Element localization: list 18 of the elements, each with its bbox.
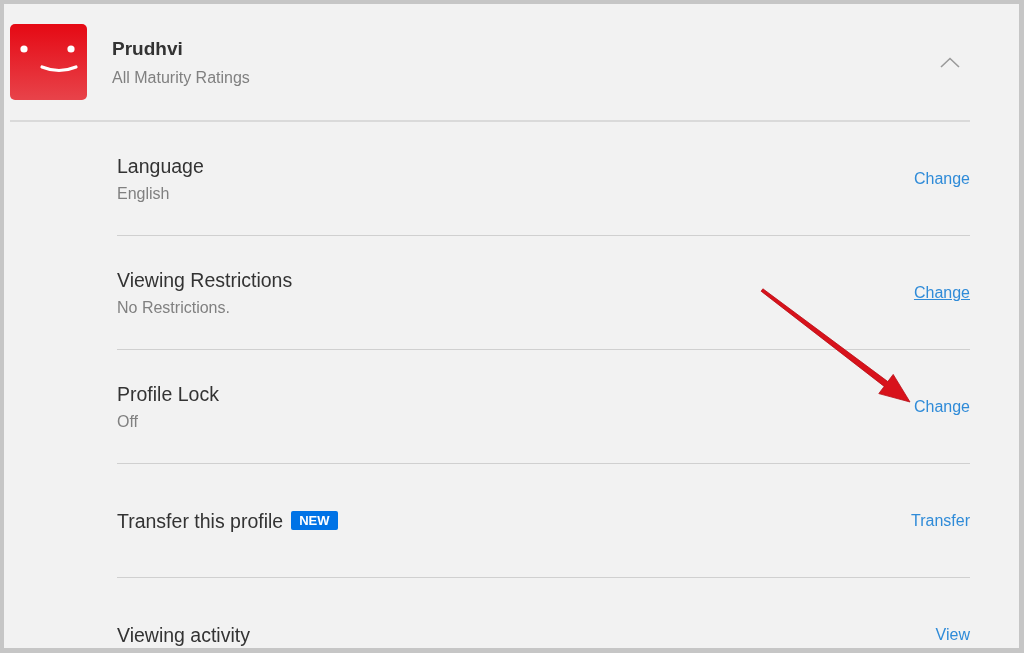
- setting-value: No Restrictions.: [117, 297, 231, 318]
- action-link[interactable]: View: [935, 624, 970, 645]
- setting-title: Profile Lock: [117, 381, 219, 406]
- avatar-icon: [10, 24, 87, 100]
- setting-value: English: [117, 183, 171, 204]
- setting-title: Transfer this profile: [117, 508, 284, 533]
- maturity-rating: All Maturity Ratings: [112, 68, 250, 88]
- setting-value: Off: [117, 411, 140, 432]
- setting-title: Viewing activity: [117, 622, 250, 647]
- setting-title: Viewing Restrictions: [117, 267, 293, 292]
- action-link[interactable]: Change: [913, 396, 970, 417]
- profile-name: Prudhvi: [112, 37, 184, 61]
- action-link[interactable]: Change: [913, 282, 970, 303]
- chevron-up-icon[interactable]: [940, 56, 960, 68]
- new-badge: NEW: [291, 511, 338, 530]
- setting-title: Language: [117, 153, 204, 178]
- action-link[interactable]: Transfer: [911, 510, 970, 531]
- action-link[interactable]: Change: [913, 168, 970, 189]
